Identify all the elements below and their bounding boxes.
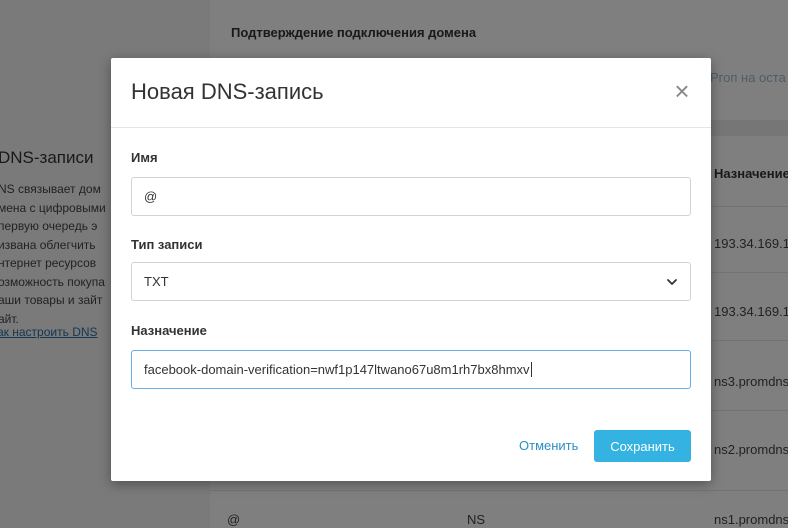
name-input[interactable]: @: [131, 177, 691, 216]
name-field-label: Имя: [131, 150, 158, 165]
dialog-header: Новая DNS-запись ×: [111, 58, 711, 128]
new-dns-record-dialog: Новая DNS-запись × Имя @ Тип записи TXT …: [111, 58, 711, 481]
target-input[interactable]: facebook-domain-verification=nwf1p147ltw…: [131, 350, 691, 389]
chevron-down-icon: [667, 278, 677, 285]
record-type-label: Тип записи: [131, 237, 203, 252]
dialog-title: Новая DNS-запись: [131, 79, 324, 104]
record-type-value: TXT: [144, 274, 169, 289]
cancel-button[interactable]: Отменить: [519, 438, 578, 453]
close-button[interactable]: ×: [672, 78, 692, 104]
record-type-select[interactable]: TXT: [131, 262, 691, 301]
text-cursor: [530, 362, 532, 377]
close-icon: ×: [674, 76, 690, 106]
target-field-label: Назначение: [131, 323, 207, 338]
target-input-value: facebook-domain-verification=nwf1p147ltw…: [144, 362, 530, 377]
name-input-value: @: [144, 189, 158, 204]
save-button[interactable]: Сохранить: [594, 430, 691, 462]
save-button-label: Сохранить: [610, 438, 675, 454]
